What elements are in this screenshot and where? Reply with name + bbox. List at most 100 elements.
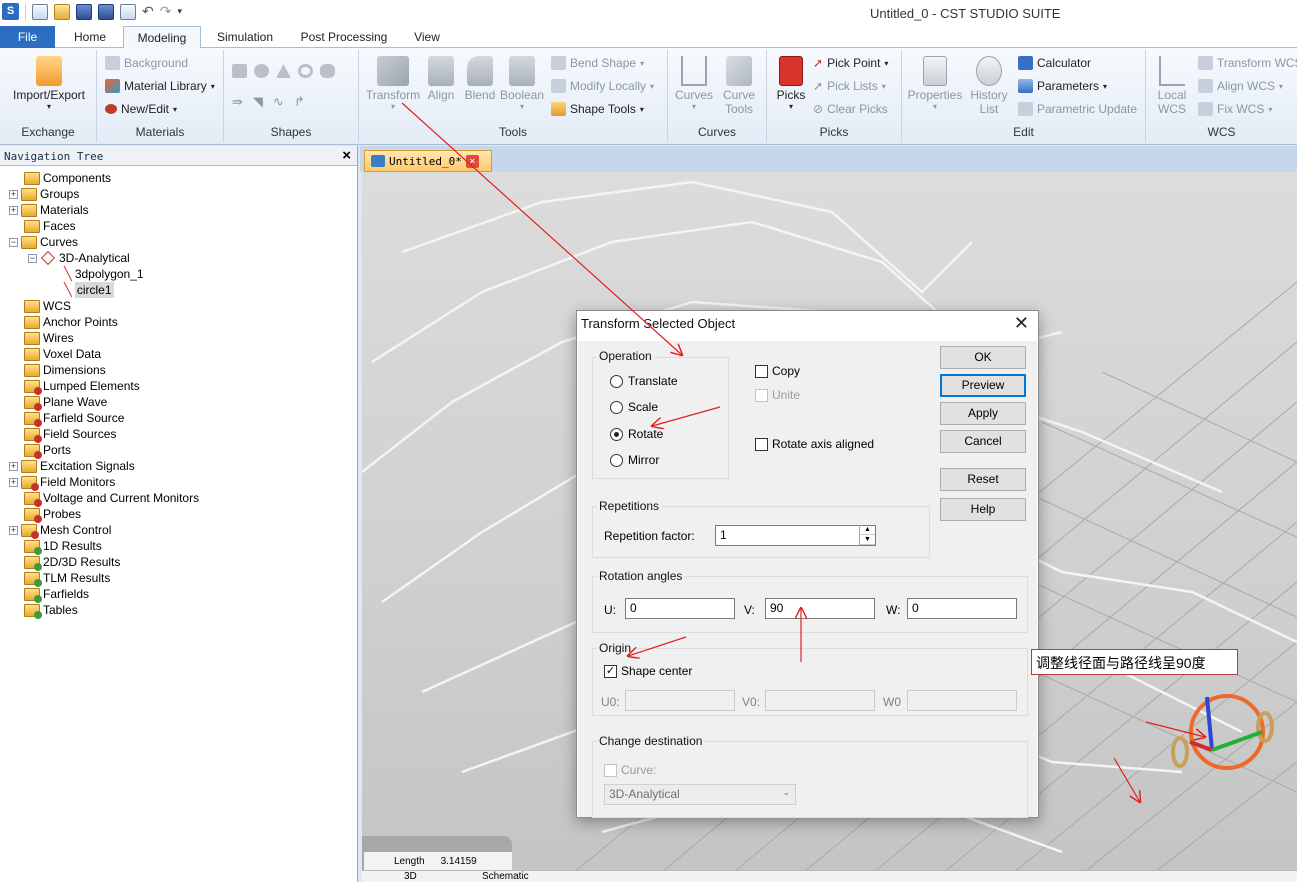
brick-icon[interactable] (232, 64, 247, 78)
bend-shape-button[interactable]: Bend Shape ▾ (551, 56, 644, 70)
v0-input[interactable] (765, 690, 875, 711)
redo-icon[interactable]: ↷ (160, 3, 172, 20)
document-tab[interactable]: Untitled_0* × (364, 150, 492, 172)
rotate-axis-aligned-checkbox[interactable]: Rotate axis aligned (755, 437, 874, 451)
parametric-update-button[interactable]: Parametric Update (1018, 102, 1137, 116)
radio-mirror[interactable]: Mirror (610, 453, 659, 467)
u0-input[interactable] (625, 690, 735, 711)
tab-post-processing[interactable]: Post Processing (292, 26, 396, 48)
shape-center-checkbox[interactable]: ✓ Shape center (604, 664, 692, 678)
expand-icon[interactable]: + (9, 189, 18, 199)
tree-item-probes[interactable]: Probes (24, 506, 81, 523)
properties-button[interactable]: Properties ▾ (906, 56, 964, 111)
tree-item-tables[interactable]: Tables (24, 602, 78, 619)
help-button[interactable]: Help (940, 498, 1026, 521)
tree-item-3dpolygon[interactable]: ╲ 3dpolygon_1 (64, 266, 144, 282)
tree-item-components[interactable]: Components (24, 170, 111, 186)
curve-tools-button[interactable]: Curve Tools (718, 56, 760, 116)
w-angle-input[interactable]: 0 (907, 598, 1017, 619)
repetition-factor-input[interactable]: 1 (715, 525, 876, 546)
new-edit-button[interactable]: New/Edit ▾ (105, 102, 177, 116)
clear-picks-button[interactable]: ⊘ Clear Picks (813, 102, 888, 116)
cylinder-icon[interactable] (320, 64, 335, 78)
unite-checkbox[interactable]: Unite (755, 388, 800, 402)
reset-button[interactable]: Reset (940, 468, 1026, 491)
sphere-icon[interactable] (254, 64, 269, 78)
tree-item-3d-analytical[interactable]: − 3D-Analytical (28, 250, 130, 266)
transform-button[interactable]: Transform ▾ (363, 56, 423, 111)
tree-item-ports[interactable]: Ports (24, 442, 71, 459)
customize-dropdown-icon[interactable]: ▾ (177, 6, 182, 17)
tree-item-wcs[interactable]: WCS (24, 298, 71, 314)
save-all-icon[interactable] (98, 3, 114, 20)
tab-view[interactable]: View (404, 26, 450, 48)
tab-schematic[interactable]: Schematic (482, 871, 529, 882)
tree-item-circle1[interactable]: ╲ circle1 (64, 282, 114, 298)
tree-item-wires[interactable]: Wires (24, 330, 74, 346)
parameters-button[interactable]: Parameters ▾ (1018, 79, 1107, 93)
tree-item-dimensions[interactable]: Dimensions (24, 362, 106, 378)
u-angle-input[interactable]: 0 (625, 598, 735, 619)
tree-item-voxel-data[interactable]: Voxel Data (24, 346, 101, 362)
new-file-icon[interactable] (32, 3, 48, 20)
tree-item-voltage-current-monitors[interactable]: Voltage and Current Monitors (24, 490, 199, 507)
collapse-icon[interactable]: − (28, 253, 37, 263)
cancel-button[interactable]: Cancel (940, 430, 1026, 453)
expand-icon[interactable]: + (9, 477, 18, 487)
curve-checkbox[interactable]: Curve: (604, 763, 656, 777)
undo-icon[interactable]: ↶ (142, 3, 154, 20)
w0-input[interactable] (907, 690, 1017, 711)
tree-item-2d3d-results[interactable]: 2D/3D Results (24, 554, 120, 571)
sweep-icon[interactable]: ↱ (294, 94, 305, 110)
tree-item-farfields[interactable]: Farfields (24, 586, 89, 603)
print-icon[interactable] (120, 3, 136, 20)
collapse-icon[interactable]: − (9, 237, 18, 247)
pick-lists-button[interactable]: ➚ Pick Lists ▾ (813, 79, 886, 93)
expand-icon[interactable]: + (9, 525, 18, 535)
picks-button[interactable]: Picks ▾ (771, 56, 811, 111)
fix-wcs-button[interactable]: Fix WCS ▾ (1198, 102, 1272, 116)
ok-button[interactable]: OK (940, 346, 1026, 369)
tab-home[interactable]: Home (60, 26, 120, 48)
close-icon[interactable]: ✕ (1014, 313, 1029, 334)
tree-item-groups[interactable]: + Groups (9, 186, 79, 202)
radio-rotate[interactable]: Rotate (610, 427, 663, 441)
modify-locally-button[interactable]: Modify Locally ▾ (551, 79, 654, 93)
curves-button[interactable]: Curves ▾ (672, 56, 716, 111)
apply-button[interactable]: Apply (940, 402, 1026, 425)
tab-modeling[interactable]: Modeling (123, 26, 201, 49)
spin-up-icon[interactable]: ▲ (860, 525, 875, 535)
tree-item-field-monitors[interactable]: + Field Monitors (9, 474, 115, 491)
rotate-shape-icon[interactable]: ◥ (253, 94, 263, 110)
close-tab-icon[interactable]: × (465, 154, 479, 168)
tree-item-1d-results[interactable]: 1D Results (24, 538, 102, 555)
tree-item-curves[interactable]: − Curves (9, 234, 78, 250)
tree-item-materials[interactable]: + Materials (9, 202, 89, 218)
tree-item-farfield-source[interactable]: Farfield Source (24, 410, 124, 427)
save-icon[interactable] (76, 3, 92, 20)
tree-item-plane-wave[interactable]: Plane Wave (24, 394, 107, 411)
tab-3d[interactable]: 3D (404, 871, 417, 882)
boolean-button[interactable]: Boolean ▾ (499, 56, 545, 111)
align-button[interactable]: Align (423, 56, 459, 102)
preview-button[interactable]: Preview (940, 374, 1026, 397)
material-library-button[interactable]: Material Library ▾ (105, 79, 215, 93)
tree-item-tlm-results[interactable]: TLM Results (24, 570, 110, 587)
history-list-button[interactable]: History List (966, 56, 1012, 116)
spin-down-icon[interactable]: ▼ (860, 535, 875, 545)
tree-item-mesh-control[interactable]: + Mesh Control (9, 522, 111, 539)
torus-icon[interactable] (298, 64, 313, 78)
loft-icon[interactable]: ∿ (273, 94, 284, 110)
tree-item-lumped-elements[interactable]: Lumped Elements (24, 378, 140, 395)
copy-checkbox[interactable]: Copy (755, 364, 800, 378)
tab-file[interactable]: File (0, 26, 55, 48)
close-icon[interactable]: × (342, 147, 351, 164)
align-wcs-button[interactable]: Align WCS ▾ (1198, 79, 1283, 93)
cone-icon[interactable] (276, 64, 291, 78)
radio-translate[interactable]: Translate (610, 374, 678, 388)
import-export-button[interactable]: Import/Export ▾ (6, 56, 92, 111)
repetition-spinner[interactable]: ▲ ▼ (859, 525, 875, 546)
expand-icon[interactable]: + (9, 205, 18, 215)
transform-wcs-button[interactable]: Transform WCS (1198, 56, 1297, 70)
tab-simulation[interactable]: Simulation (205, 26, 285, 48)
